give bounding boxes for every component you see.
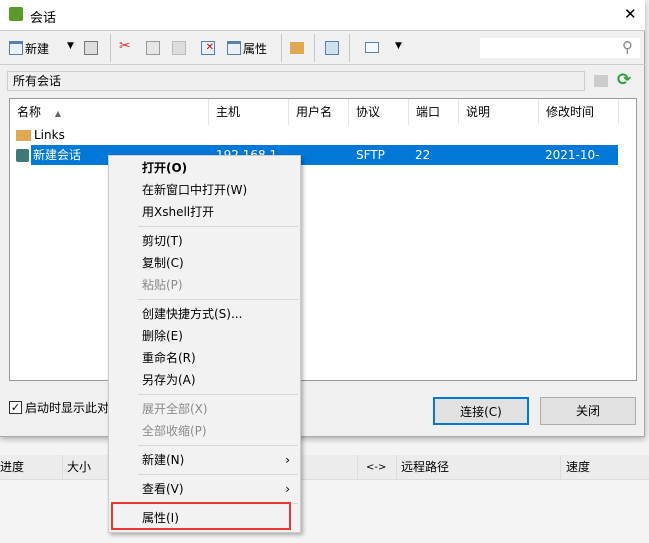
transfer-col-remote-path[interactable]: 远程路径: [396, 455, 449, 480]
refresh-icon[interactable]: ⟳: [617, 70, 631, 90]
address-path: 所有会话: [13, 74, 62, 88]
transfer-col-progress[interactable]: 进度: [0, 455, 24, 480]
menu-item-delete[interactable]: 删除(E): [109, 325, 300, 347]
column-header-modified[interactable]: 修改时间: [539, 99, 619, 125]
menu-item-cut[interactable]: 剪切(T): [109, 230, 300, 252]
app-icon: [9, 7, 23, 21]
save-icon[interactable]: [84, 41, 98, 55]
title-bar: 会话 ✕: [0, 0, 645, 30]
transfer-header: 进度 大小 <-> 远程路径 速度: [0, 455, 649, 480]
column-header-port[interactable]: 端口: [409, 99, 459, 125]
menu-item-rename[interactable]: 重命名(R): [109, 347, 300, 369]
menu-item-create-shortcut[interactable]: 创建快捷方式(S)...: [109, 303, 300, 325]
row-name: 新建会话: [33, 148, 82, 162]
properties-label: 属性: [243, 41, 268, 56]
menu-item-save-as[interactable]: 另存为(A): [109, 369, 300, 391]
sort-up-icon: ▲: [54, 109, 61, 118]
column-header-name[interactable]: 名称 ▲: [10, 99, 209, 125]
transfer-col-size[interactable]: 大小: [62, 455, 91, 480]
startup-checkbox[interactable]: ✓ 启动时显示此对: [9, 399, 109, 416]
search-input[interactable]: [480, 38, 640, 58]
search-icon[interactable]: ⚲: [622, 38, 633, 56]
column-header-user[interactable]: 用户名: [289, 99, 349, 125]
column-header-protocol[interactable]: 协议: [349, 99, 409, 125]
column-header-description[interactable]: 说明: [459, 99, 539, 125]
chevron-down-icon[interactable]: ▼: [67, 41, 74, 51]
cut-icon[interactable]: ✂: [119, 38, 131, 54]
menu-item-collapse-all[interactable]: 全部收缩(P): [109, 420, 300, 442]
highlight-box: [111, 502, 291, 530]
session-icon: [16, 149, 29, 162]
menu-item-expand-all[interactable]: 展开全部(X): [109, 398, 300, 420]
session-list: 名称 ▲ 主机 用户名 协议 端口 说明 修改时间 Links 新建会话 192…: [9, 98, 637, 381]
menu-item-view[interactable]: 查看(V) ›: [109, 478, 300, 500]
folder-icon: [16, 130, 31, 141]
shortcut-icon[interactable]: [325, 41, 339, 55]
address-bar[interactable]: 所有会话: [7, 71, 585, 91]
close-icon[interactable]: ✕: [624, 5, 637, 23]
startup-checkbox-label: 启动时显示此对: [25, 401, 110, 415]
menu-item-paste[interactable]: 粘贴(P): [109, 274, 300, 296]
delete-icon[interactable]: ✕: [201, 41, 215, 55]
sessions-dialog: 会话 ✕ 新建 ▼ ✂ ✕ 属性 ▼ ⚲ 所有会话 ⟳ 名称 ▲ 主机 用户名 …: [0, 0, 645, 437]
folder-icon[interactable]: [594, 75, 608, 87]
menu-item-open-new-window[interactable]: 在新窗口中打开(W): [109, 179, 300, 201]
chevron-right-icon: ›: [285, 453, 290, 467]
row-name: Links: [34, 128, 65, 142]
checkbox-checked-icon: ✓: [9, 401, 22, 414]
menu-item-copy[interactable]: 复制(C): [109, 252, 300, 274]
menu-item-new[interactable]: 新建(N) ›: [109, 449, 300, 471]
view-icon[interactable]: [365, 42, 379, 53]
chevron-right-icon: ›: [285, 482, 290, 496]
new-icon: [9, 41, 23, 55]
chevron-down-icon[interactable]: ▼: [395, 41, 402, 51]
folder-icon[interactable]: [290, 42, 304, 54]
transfer-col-speed[interactable]: 速度: [560, 455, 590, 480]
properties-icon: [227, 41, 241, 55]
connect-button[interactable]: 连接(C): [433, 397, 529, 425]
new-label: 新建: [25, 41, 50, 56]
paste-icon[interactable]: [172, 41, 186, 55]
copy-icon[interactable]: [146, 41, 160, 55]
transfer-col-direction[interactable]: <->: [357, 455, 386, 480]
properties-button[interactable]: 属性: [227, 36, 267, 60]
table-row[interactable]: 新建会话 192.168.1. SFTP 22 2021-10-2...: [14, 145, 618, 182]
new-session-button[interactable]: 新建: [9, 36, 49, 60]
menu-item-open[interactable]: 打开(O): [109, 157, 300, 179]
window-title: 会话: [30, 11, 57, 26]
context-menu: 打开(O) 在新窗口中打开(W) 用Xshell打开 剪切(T) 复制(C) 粘…: [108, 155, 301, 533]
table-row[interactable]: Links: [14, 125, 614, 145]
row-port: 22: [415, 148, 431, 162]
column-header-host[interactable]: 主机: [209, 99, 289, 125]
close-button[interactable]: 关闭: [540, 397, 636, 425]
menu-item-open-xshell[interactable]: 用Xshell打开: [109, 201, 300, 223]
row-modified: 2021-10-2...: [545, 148, 600, 182]
row-protocol: SFTP: [356, 148, 385, 162]
